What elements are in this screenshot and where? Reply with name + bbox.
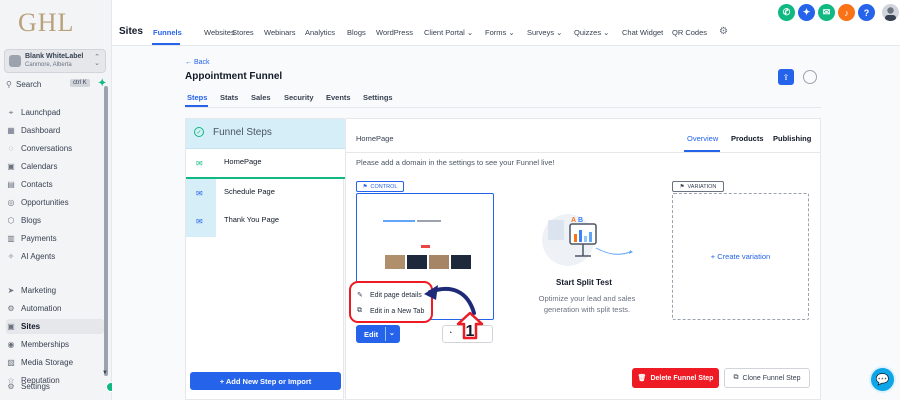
delete-funnel-step-button[interactable]: 🗑 Delete Funnel Step — [632, 368, 719, 388]
split-test-desc-2: generation with split tests. — [543, 305, 631, 314]
svg-text:A: A — [571, 217, 576, 224]
clone-funnel-step-button[interactable]: ⧉ Clone Funnel Step — [724, 368, 810, 388]
copy-icon: ⧉ — [733, 374, 739, 381]
clone-label: Clone Funnel Step — [742, 374, 801, 382]
variation-label: VARIATION — [687, 183, 717, 190]
chat-bubble-icon: 💬 — [875, 374, 890, 386]
trash-icon: 🗑 — [637, 375, 647, 382]
annotation-number: 1 — [466, 323, 475, 340]
split-test-desc-1: Optimize your lead and sales — [538, 294, 636, 303]
create-variation-link[interactable]: + Create variation — [672, 252, 809, 261]
annotation-arrowhead — [424, 285, 438, 300]
split-test-title: Start Split Test — [556, 278, 612, 287]
flag-icon: ⚑ — [679, 183, 685, 190]
split-test-illustration: A B — [542, 214, 633, 266]
chat-widget-button[interactable]: 💬 — [869, 366, 896, 393]
delete-label: Delete Funnel Step — [650, 374, 714, 382]
variation-badge: ⚑ VARIATION — [672, 181, 724, 192]
svg-text:B: B — [578, 217, 583, 224]
